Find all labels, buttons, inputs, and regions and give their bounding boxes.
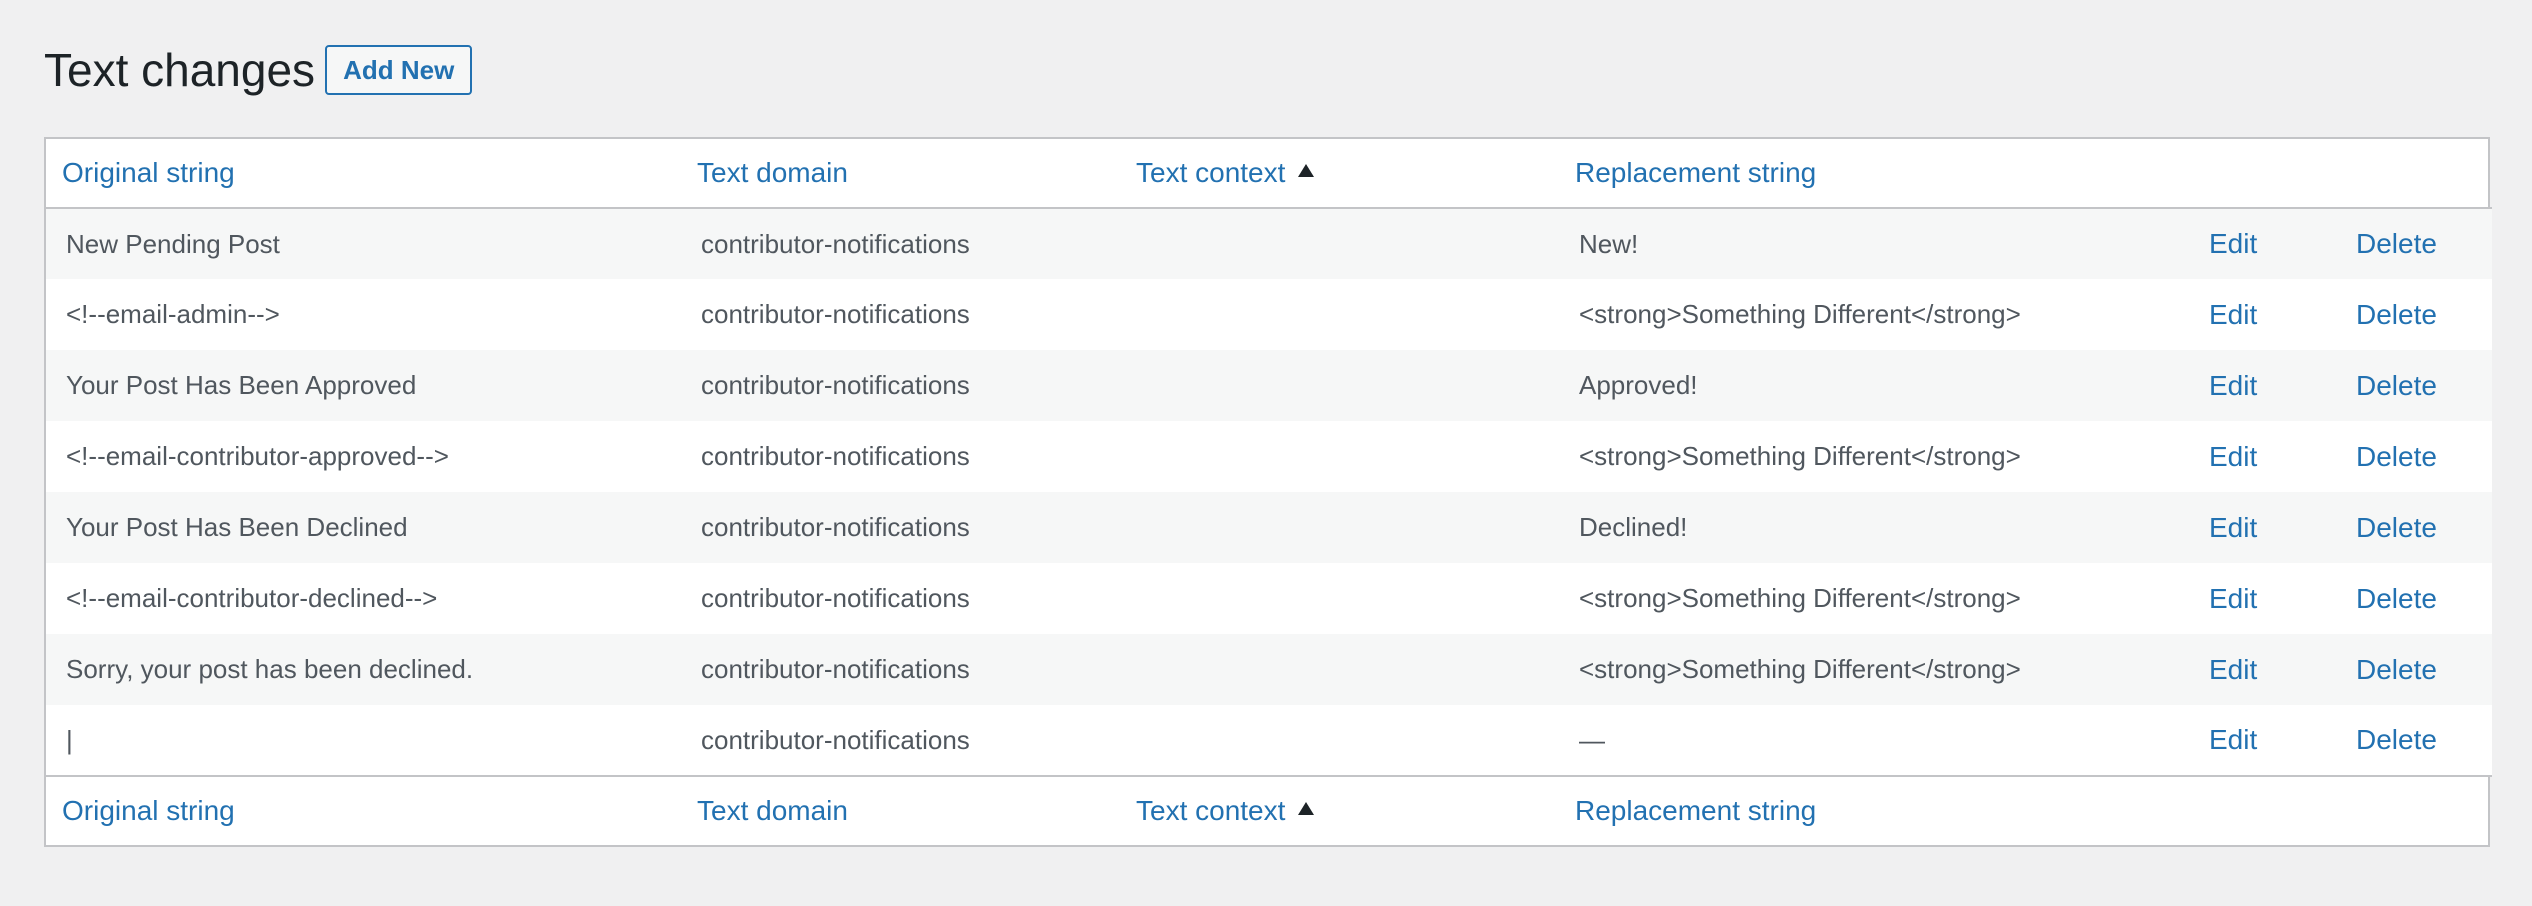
- footer-header-replacement-string[interactable]: Replacement string: [1575, 776, 2209, 845]
- edit-link[interactable]: Edit: [2209, 654, 2257, 685]
- cell-edit: Edit: [2209, 208, 2356, 279]
- cell-replacement-string: <strong>Something Different</strong>: [1579, 441, 2021, 471]
- sort-ascending-icon: [1298, 163, 1315, 177]
- table-row: | contributor-notifications — Edit Delete: [46, 705, 2492, 776]
- text-changes-table: Original string Text domain Text context…: [44, 137, 2492, 847]
- cell-text-context: [1136, 705, 1575, 776]
- table-row: <!--email-admin--> contributor-notificati…: [46, 279, 2492, 350]
- delete-link[interactable]: Delete: [2356, 583, 2437, 614]
- cell-delete: Delete: [2356, 350, 2492, 421]
- table-row: <!--email-contributor-approved--> contrib…: [46, 421, 2492, 492]
- edit-link[interactable]: Edit: [2209, 724, 2257, 755]
- cell-delete: Delete: [2356, 208, 2492, 279]
- cell-original-string: <!--email-admin-->: [66, 299, 280, 329]
- column-header-text-context-label: Text context: [1136, 157, 1286, 188]
- page-header: Text changes Add New: [44, 44, 473, 96]
- delete-link[interactable]: Delete: [2356, 512, 2437, 543]
- cell-delete: Delete: [2356, 634, 2492, 705]
- footer-header-text-context-label: Text context: [1136, 795, 1286, 826]
- cell-text-domain: contributor-notifications: [701, 512, 970, 542]
- column-header-replacement-string[interactable]: Replacement string: [1575, 139, 2209, 208]
- cell-delete: Delete: [2356, 705, 2492, 776]
- column-header-text-domain[interactable]: Text domain: [697, 139, 1136, 208]
- table-row: Your Post Has Been Approved contributor-n…: [46, 350, 2492, 421]
- edit-link[interactable]: Edit: [2209, 370, 2257, 401]
- cell-replacement-string: —: [1579, 724, 1605, 755]
- cell-text-context: [1136, 208, 1575, 279]
- cell-edit: Edit: [2209, 421, 2356, 492]
- cell-delete: Delete: [2356, 492, 2492, 563]
- cell-delete: Delete: [2356, 421, 2492, 492]
- cell-original-string: Sorry, your post has been declined.: [66, 654, 474, 684]
- footer-header-delete: [2356, 776, 2492, 845]
- edit-link[interactable]: Edit: [2209, 583, 2257, 614]
- edit-link[interactable]: Edit: [2209, 512, 2257, 543]
- cell-replacement-string: <strong>Something Different</strong>: [1579, 299, 2021, 329]
- cell-text-domain: contributor-notifications: [701, 583, 970, 613]
- cell-text-context: [1136, 350, 1575, 421]
- cell-text-context: [1136, 421, 1575, 492]
- cell-text-domain: contributor-notifications: [701, 299, 970, 329]
- footer-header-original-string[interactable]: Original string: [46, 776, 697, 845]
- delete-link[interactable]: Delete: [2356, 370, 2437, 401]
- cell-edit: Edit: [2209, 705, 2356, 776]
- edit-link[interactable]: Edit: [2209, 441, 2257, 472]
- delete-link[interactable]: Delete: [2356, 299, 2437, 330]
- cell-text-domain: contributor-notifications: [701, 228, 970, 259]
- footer-header-text-context[interactable]: Text context: [1136, 776, 1575, 845]
- delete-link[interactable]: Delete: [2356, 441, 2437, 472]
- footer-header-edit: [2209, 776, 2356, 845]
- cell-text-domain: contributor-notifications: [701, 654, 970, 684]
- column-header-original-string[interactable]: Original string: [46, 139, 697, 208]
- cell-original-string: Your Post Has Been Approved: [66, 370, 417, 400]
- cell-original-string: <!--email-contributor-approved-->: [66, 441, 449, 471]
- delete-link[interactable]: Delete: [2356, 654, 2437, 685]
- cell-edit: Edit: [2209, 492, 2356, 563]
- table-row: <!--email-contributor-declined--> contrib…: [46, 563, 2492, 634]
- table-header: Original string Text domain Text context…: [46, 139, 2492, 208]
- cell-replacement-string: <strong>Something Different</strong>: [1579, 654, 2021, 684]
- cell-text-domain: contributor-notifications: [701, 724, 970, 755]
- cell-replacement-string: <strong>Something Different</strong>: [1579, 583, 2021, 613]
- cell-edit: Edit: [2209, 563, 2356, 634]
- cell-delete: Delete: [2356, 279, 2492, 350]
- cell-text-context: [1136, 279, 1575, 350]
- cell-edit: Edit: [2209, 634, 2356, 705]
- edit-link[interactable]: Edit: [2209, 299, 2257, 330]
- cell-replacement-string: Declined!: [1579, 512, 1688, 542]
- column-header-edit: [2209, 139, 2356, 208]
- cell-text-context: [1136, 634, 1575, 705]
- cell-replacement-string: New!: [1579, 228, 1639, 259]
- cell-original-string: New Pending Post: [66, 228, 280, 259]
- table-row: Sorry, your post has been declined. contr…: [46, 634, 2492, 705]
- table-footer: Original string Text domain Text context…: [46, 776, 2492, 845]
- page-title: Text changes: [44, 44, 316, 96]
- table-row: Your Post Has Been Declined contributor-n…: [46, 492, 2492, 563]
- cell-text-context: [1136, 563, 1575, 634]
- cell-original-string: Your Post Has Been Declined: [66, 512, 408, 542]
- sort-ascending-icon: [1298, 801, 1315, 815]
- cell-text-context: [1136, 492, 1575, 563]
- cell-text-domain: contributor-notifications: [701, 370, 970, 400]
- footer-header-text-domain[interactable]: Text domain: [697, 776, 1136, 845]
- delete-link[interactable]: Delete: [2356, 228, 2437, 259]
- cell-original-string: |: [66, 724, 73, 755]
- cell-text-domain: contributor-notifications: [701, 441, 970, 471]
- edit-link[interactable]: Edit: [2209, 228, 2257, 259]
- cell-edit: Edit: [2209, 279, 2356, 350]
- table-row: New Pending Post contributor-notification…: [46, 208, 2492, 279]
- column-header-text-context[interactable]: Text context: [1136, 139, 1575, 208]
- cell-replacement-string: Approved!: [1579, 370, 1698, 400]
- cell-delete: Delete: [2356, 563, 2492, 634]
- cell-original-string: <!--email-contributor-declined-->: [66, 583, 438, 613]
- table-body: New Pending Post contributor-notification…: [46, 208, 2492, 776]
- delete-link[interactable]: Delete: [2356, 724, 2437, 755]
- add-new-button[interactable]: Add New: [325, 45, 473, 95]
- cell-edit: Edit: [2209, 350, 2356, 421]
- column-header-delete: [2356, 139, 2492, 208]
